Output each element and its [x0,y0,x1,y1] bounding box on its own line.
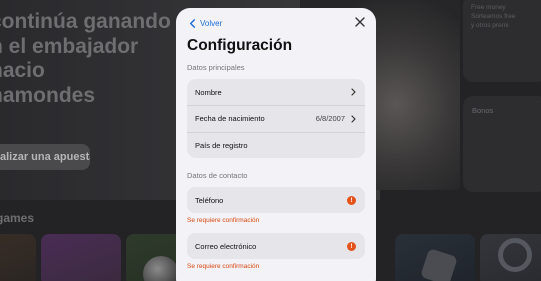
bonos-card[interactable]: Bonos [463,96,541,192]
row-value: 6/8/2007 [315,114,345,123]
row-label: País de registro [195,141,248,150]
warning-icon: ! [347,195,356,205]
card-line: y otros premi [471,22,509,29]
back-label: Volver [200,18,223,28]
row-label: Teléfono [195,195,224,205]
bonos-title: Bonos [472,106,494,115]
confirmation-required-text: Se requiere confirmación [187,263,260,270]
country-row[interactable]: País de registro [187,132,365,158]
card-line: Sorteamos free [471,13,516,20]
page-title: Configuración [187,37,293,54]
place-bet-button[interactable]: alizar una apuesta [0,144,90,170]
birthdate-row[interactable]: Fecha de nacimiento 6/8/2007 [187,105,365,131]
free-money-card[interactable]: Free money Sorteamos free y otros premi [463,0,541,82]
contact-section-label: Datos de contacto [187,171,248,180]
hero-title: continúa ganando n el embajador nacio ha… [0,10,180,108]
chevron-right-icon [351,88,356,96]
close-icon[interactable] [354,16,366,28]
phone-row[interactable]: Teléfono ! [187,187,365,213]
hero-line: continúa ganando [0,10,171,33]
chevron-left-icon [189,18,196,28]
warning-icon: ! [347,241,356,251]
game-tile[interactable] [0,234,36,281]
name-row[interactable]: Nombre [187,79,365,105]
row-label: Correo electrónico [195,241,257,251]
card-line: Free money [471,4,506,11]
game-tile[interactable] [41,234,121,281]
row-label: Nombre [195,87,222,97]
settings-modal: Volver Configuración Datos principales N… [176,8,376,281]
main-data-section-label: Datos principales [187,63,245,72]
hero-line: hamondes [0,83,96,107]
ring-image [498,238,532,272]
email-row[interactable]: Correo electrónico ! [187,233,365,259]
chevron-right-icon [351,114,356,123]
main-data-group: Nombre Fecha de nacimiento 6/8/2007 País… [187,79,365,158]
back-button[interactable]: Volver [189,16,222,30]
modal-topbar: Volver [176,8,376,36]
row-label: Fecha de nacimiento [195,114,265,123]
hero-line: n el embajador [0,34,139,58]
confirmation-required-text: Se requiere confirmación [187,217,260,224]
hero-line: nacio [0,59,45,82]
games-section-title: games [0,211,35,225]
